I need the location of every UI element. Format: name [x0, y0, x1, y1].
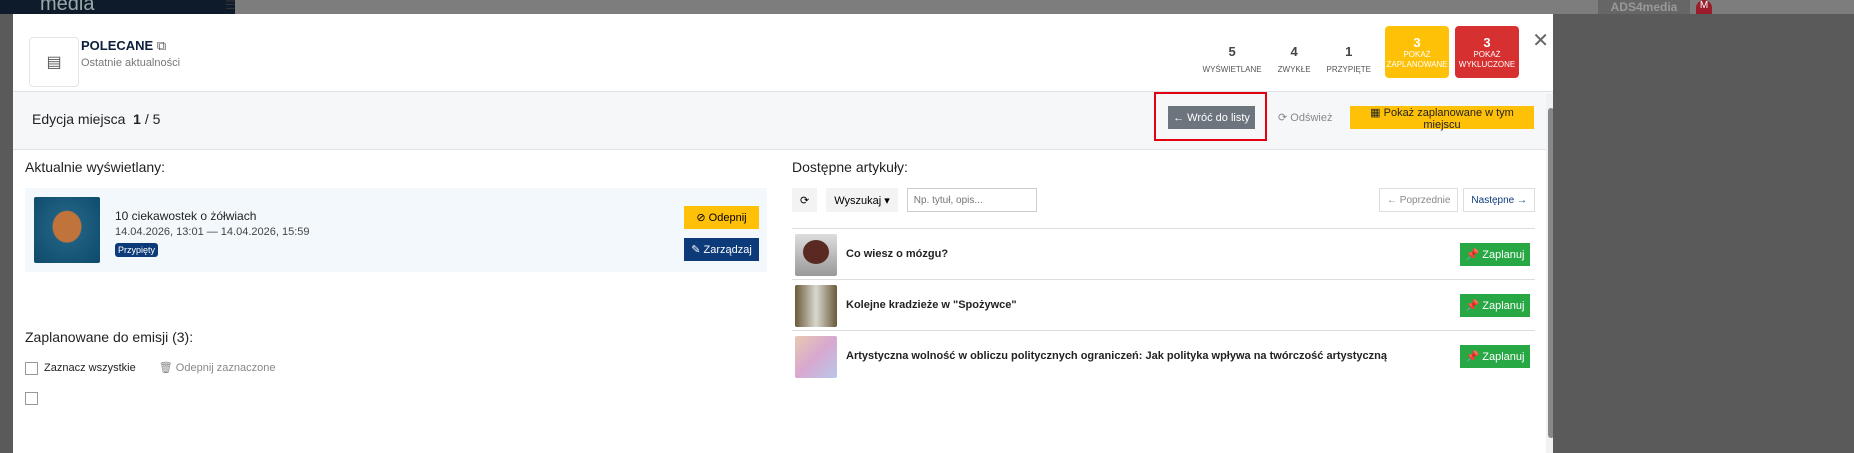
available-column: Dostępne artykuły: ⟳ Wyszukaj ▾ ← Poprze…	[792, 159, 1535, 453]
current-column: Aktualnie wyświetlany: 10 ciekawostek o …	[25, 159, 767, 453]
next-page-button[interactable]: Następne →	[1463, 188, 1535, 212]
article-title: Artystyczna wolność w obliczu polityczny…	[846, 350, 1387, 362]
article-thumbnail	[795, 336, 837, 378]
search-mode-dropdown[interactable]: Wyszukaj ▾	[826, 188, 898, 212]
stat-pinned: 1 PRZYPIĘTE	[1326, 44, 1371, 74]
select-all-label[interactable]: Zaznacz wszystkie	[44, 362, 136, 374]
prev-page-button[interactable]: ← Poprzednie	[1379, 188, 1459, 212]
select-all-checkbox[interactable]	[25, 361, 38, 375]
refresh-list-button[interactable]: ⟳	[792, 188, 818, 212]
search-tools: ⟳ Wyszukaj ▾	[792, 188, 1037, 212]
refresh-icon: ⟳	[1278, 112, 1288, 124]
stat-displayed: 5 WYŚWIETLANE	[1202, 44, 1262, 74]
schedule-button[interactable]: 📌 Zaplanuj	[1460, 345, 1530, 368]
show-scheduled-here-button[interactable]: ▦ Pokaż zaplanowane w tym miejscu	[1350, 106, 1534, 131]
current-dates: 14.04.2026, 13:01 — 14.04.2026, 15:59	[115, 226, 310, 238]
modal: ▤ POLECANE ⧉ Ostatnie aktualności 5 WYŚWI…	[13, 14, 1553, 453]
page-title: POLECANE ⧉	[81, 38, 166, 54]
trash-icon: 🗑	[158, 362, 173, 374]
available-heading: Dostępne artykuły:	[792, 159, 908, 175]
schedule-button[interactable]: 📌 Zaplanuj	[1460, 243, 1530, 266]
edit-position: Edycja miejsca 1 / 5	[32, 111, 161, 127]
show-excluded-button[interactable]: 3 POKAŻ WYKLUCZONE	[1455, 26, 1519, 78]
title-text: POLECANE	[81, 38, 154, 53]
scrollbar-thumb[interactable]	[1548, 108, 1553, 438]
external-link-icon[interactable]: ⧉	[157, 38, 166, 53]
account-name[interactable]: ADS4media	[1598, 0, 1690, 14]
search-input[interactable]	[906, 188, 1037, 212]
subtitle: Ostatnie aktualności	[81, 57, 181, 69]
newspaper-icon: ▤	[29, 37, 79, 87]
pagination: ← Poprzednie Następne →	[1379, 188, 1535, 212]
schedule-button[interactable]: 📌 Zaplanuj	[1460, 294, 1530, 317]
article-title: Kolejne kradzieże w "Spożywce"	[846, 299, 1017, 311]
bulk-actions: Zaznacz wszystkie 🗑 Odepnij zaznaczone	[25, 361, 275, 375]
refresh-button[interactable]: ⟳ Odśwież	[1278, 111, 1332, 124]
article-thumbnail	[34, 197, 100, 263]
article-thumbnail	[795, 285, 837, 327]
article-thumbnail	[795, 234, 837, 276]
scheduled-heading: Zaplanowane do emisji (3):	[25, 329, 194, 345]
manage-button[interactable]: ✎ Zarządzaj	[684, 238, 759, 261]
toolbar: Edycja miejsca 1 / 5 ← Wróć do listy ⟳ O…	[13, 92, 1553, 150]
back-to-list-button[interactable]: ← Wróć do listy	[1168, 106, 1255, 129]
app-header: media ☰ ADS4media M	[0, 0, 1854, 14]
current-heading: Aktualnie wyświetlany:	[25, 159, 166, 175]
current-article: 10 ciekawostek o żółwiach 14.04.2026, 13…	[25, 188, 767, 272]
list-item: Co wiesz o mózgu? 📌 Zaplanuj	[792, 228, 1535, 279]
avatar[interactable]: M	[1696, 0, 1712, 14]
app-logo: media	[0, 0, 235, 14]
current-title: 10 ciekawostek o żółwiach	[115, 209, 257, 223]
hamburger-icon[interactable]: ☰	[225, 0, 236, 11]
unpin-button[interactable]: ⊘ Odepnij	[684, 206, 759, 229]
modal-header: ▤ POLECANE ⧉ Ostatnie aktualności 5 WYŚWI…	[13, 14, 1553, 92]
list-item: Kolejne kradzieże w "Spożywce" 📌 Zaplanu…	[792, 279, 1535, 330]
show-scheduled-button[interactable]: 3 POKAŻ ZAPLANOWANE	[1385, 26, 1449, 78]
unpin-selected-button[interactable]: 🗑 Odepnij zaznaczone	[159, 362, 276, 374]
stats: 5 WYŚWIETLANE 4 ZWYKŁE 1 PRZYPIĘTE 3 POKAŻ Z…	[1195, 26, 1519, 78]
article-title: Co wiesz o mózgu?	[846, 248, 949, 260]
pinned-badge: Przypięty	[115, 243, 159, 257]
stat-regular: 4 ZWYKŁE	[1277, 44, 1311, 74]
close-icon[interactable]: ✕	[1532, 28, 1549, 53]
list-item: Artystyczna wolność w obliczu polityczny…	[792, 330, 1535, 381]
scrollbar[interactable]	[1546, 94, 1553, 453]
calendar-icon: ▦	[1370, 107, 1381, 119]
row-checkbox[interactable]	[25, 392, 38, 405]
